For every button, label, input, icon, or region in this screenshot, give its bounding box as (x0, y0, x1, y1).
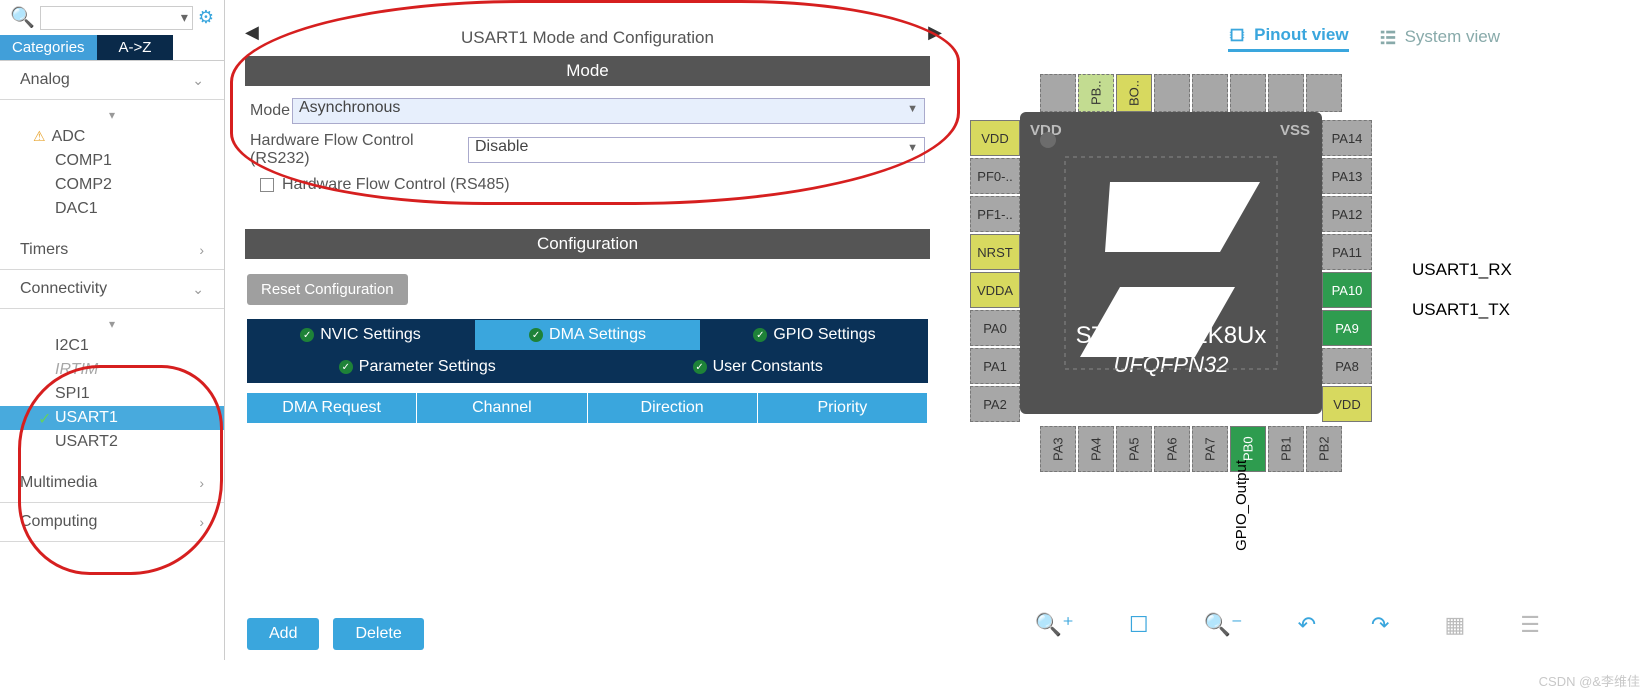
pin-top-5[interactable] (1192, 74, 1228, 112)
right-panel: Pinout view System view STM32F051K8Ux UF… (950, 0, 1650, 660)
tab-gpio-settings[interactable]: ✓GPIO Settings (701, 319, 928, 351)
item-comp1[interactable]: COMP1 (0, 149, 224, 173)
cat-timers[interactable]: Timers› (0, 231, 224, 270)
mode-select[interactable]: Asynchronous (292, 98, 925, 124)
pin-top-7[interactable] (1268, 74, 1304, 112)
config-header: Configuration (245, 229, 930, 259)
hwflow-select[interactable]: Disable (468, 137, 925, 163)
pin-pb2[interactable]: PB2 (1306, 426, 1342, 472)
rs485-label: Hardware Flow Control (RS485) (282, 176, 510, 194)
pin-vdd-r[interactable]: VDD (1322, 386, 1372, 422)
grid-icon[interactable]: ▦ (1444, 612, 1465, 638)
st-logo-icon (1020, 112, 1322, 414)
pin-pa0[interactable]: PA0 (970, 310, 1020, 346)
pin-pa2[interactable]: PA2 (970, 386, 1020, 422)
item-comp2[interactable]: COMP2 (0, 173, 224, 197)
cat-multimedia[interactable]: Multimedia› (0, 464, 224, 503)
search-icon: 🔍 (10, 5, 35, 30)
pin-top-4[interactable] (1154, 74, 1190, 112)
fit-icon[interactable]: ☐ (1129, 612, 1149, 638)
cat-analog[interactable]: Analog⌄ (0, 61, 224, 100)
pin-pa9[interactable]: PA9 (1322, 310, 1372, 346)
hwflow-label: Hardware Flow Control (RS232) (250, 132, 468, 168)
watermark: CSDN @&李维佳 (1539, 671, 1640, 690)
item-dac1[interactable]: DAC1 (0, 197, 224, 221)
chip-diagram[interactable]: STM32F051K8Ux UFQFPN32 VDD VSS PB.. BO..… (960, 72, 1400, 482)
label-usart1-rx: USART1_RX (1412, 260, 1512, 280)
pin-pa12[interactable]: PA12 (1322, 196, 1372, 232)
pin-pa10[interactable]: PA10 (1322, 272, 1372, 308)
pin-top-2[interactable]: PB.. (1078, 74, 1114, 112)
label-usart1-tx: USART1_TX (1412, 300, 1510, 320)
pin-top-1[interactable] (1040, 74, 1076, 112)
item-spi1[interactable]: SPI1 (0, 382, 224, 406)
pin-pa8[interactable]: PA8 (1322, 348, 1372, 384)
search-input[interactable] (40, 6, 193, 30)
item-usart2[interactable]: USART2 (0, 430, 224, 454)
config-title: ◀USART1 Mode and Configuration▶ (225, 20, 950, 56)
pin-pf0[interactable]: PF0-.. (970, 158, 1020, 194)
pin-pa3[interactable]: PA3 (1040, 426, 1076, 472)
rs485-checkbox[interactable] (260, 178, 274, 192)
mode-label: Mode (250, 102, 292, 120)
pin-pa7[interactable]: PA7 (1192, 426, 1228, 472)
center-panel: ◀USART1 Mode and Configuration▶ Mode Mod… (225, 0, 950, 660)
pin-top-6[interactable] (1230, 74, 1266, 112)
tab-pinout-view[interactable]: Pinout view (1228, 25, 1348, 52)
item-usart1[interactable]: USART1 (0, 406, 224, 430)
pin-pa14[interactable]: PA14 (1322, 120, 1372, 156)
dma-table-header: DMA Request Channel Direction Priority (247, 393, 928, 423)
reset-config-button[interactable]: Reset Configuration (247, 274, 408, 305)
mode-header: Mode (245, 56, 930, 86)
menu-icon[interactable]: ☰ (1520, 612, 1540, 638)
item-irtim[interactable]: IRTIM (0, 358, 224, 382)
tab-nvic-settings[interactable]: ✓NVIC Settings (247, 319, 474, 351)
tab-categories[interactable]: Categories (0, 35, 97, 60)
rotate-right-icon[interactable]: ↷ (1371, 612, 1389, 638)
tab-az[interactable]: A->Z (97, 35, 174, 60)
item-i2c1[interactable]: I2C1 (0, 334, 224, 358)
pin-pa5[interactable]: PA5 (1116, 426, 1152, 472)
tab-dma-settings[interactable]: ✓DMA Settings (474, 319, 701, 351)
item-adc[interactable]: ADC (0, 125, 224, 149)
label-gpio-output: GPIO_Output (1233, 460, 1250, 551)
list-icon (1379, 28, 1397, 46)
pin-top-3[interactable]: BO.. (1116, 74, 1152, 112)
add-button[interactable]: Add (247, 618, 319, 650)
pin-pa13[interactable]: PA13 (1322, 158, 1372, 194)
sort-icon[interactable]: ▾ (0, 314, 224, 334)
tab-system-view[interactable]: System view (1379, 25, 1500, 52)
sort-icon[interactable]: ▾ (0, 105, 224, 125)
pin-pa4[interactable]: PA4 (1078, 426, 1114, 472)
cat-connectivity[interactable]: Connectivity⌄ (0, 270, 224, 309)
pin-vdda[interactable]: VDDA (970, 272, 1020, 308)
cat-computing[interactable]: Computing› (0, 503, 224, 542)
delete-button[interactable]: Delete (333, 618, 423, 650)
pin-pa11[interactable]: PA11 (1322, 234, 1372, 270)
rotate-left-icon[interactable]: ↶ (1298, 612, 1316, 638)
gear-icon[interactable]: ⚙ (198, 7, 214, 28)
chip-icon (1228, 26, 1246, 44)
tab-parameter-settings[interactable]: ✓Parameter Settings (247, 351, 588, 383)
pinout-toolbar: 🔍⁺ ☐ 🔍⁻ ↶ ↷ ▦ ☰ (1035, 612, 1540, 638)
left-panel: 🔍 ⚙ Categories A->Z Analog⌄ ▾ ADC COMP1 … (0, 0, 225, 660)
pin-vdd[interactable]: VDD (970, 120, 1020, 156)
pin-pf1[interactable]: PF1-.. (970, 196, 1020, 232)
pin-pa6[interactable]: PA6 (1154, 426, 1190, 472)
zoom-out-icon[interactable]: 🔍⁻ (1204, 612, 1243, 638)
tab-user-constants[interactable]: ✓User Constants (588, 351, 929, 383)
pin-pa1[interactable]: PA1 (970, 348, 1020, 384)
pin-nrst[interactable]: NRST (970, 234, 1020, 270)
pin-top-8[interactable] (1306, 74, 1342, 112)
zoom-in-icon[interactable]: 🔍⁺ (1035, 612, 1074, 638)
pin-pb1[interactable]: PB1 (1268, 426, 1304, 472)
